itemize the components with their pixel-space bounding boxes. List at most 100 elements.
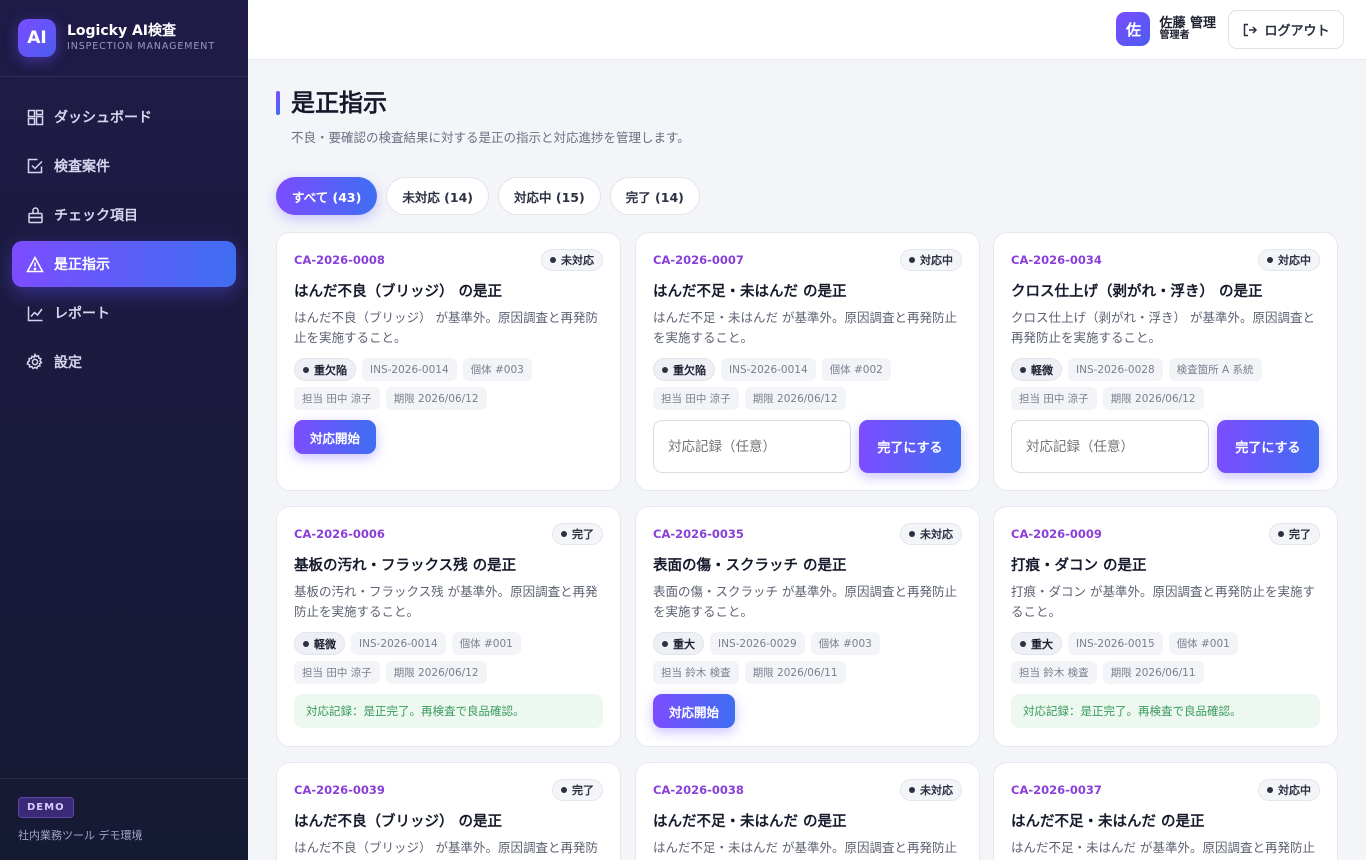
filter-tabs: すべて (43) 未対応 (14) 対応中 (15) 完了 (14) xyxy=(276,177,1338,215)
logout-icon xyxy=(1244,23,1258,36)
severity-label: 重大 xyxy=(673,637,695,651)
card-id[interactable]: CA-2026-0008 xyxy=(294,253,385,267)
severity-dot xyxy=(1020,366,1026,373)
card-tags: 重欠陥 INS-2026-0014 個体 #002 担当 田中 涼子 期限 20… xyxy=(653,358,962,410)
card-tags: 重大 INS-2026-0029 個体 #003 担当 鈴木 検査 期限 202… xyxy=(653,632,962,684)
start-button[interactable]: 対応開始 xyxy=(653,694,736,728)
status-label: 未対応 xyxy=(920,528,953,541)
target-tag: 個体 #003 xyxy=(462,358,532,381)
card-id[interactable]: CA-2026-0009 xyxy=(1011,527,1102,541)
status-label: 完了 xyxy=(572,784,594,797)
topbar: 佐 佐藤 管理 管理者 ログアウト xyxy=(248,0,1366,60)
inspection-tag: INS-2026-0014 xyxy=(351,632,446,655)
due-tag: 期限 2026/06/11 xyxy=(1102,661,1204,684)
severity-label: 重欠陥 xyxy=(314,363,347,377)
status-badge: 未対応 xyxy=(541,249,603,271)
logout-button[interactable]: ログアウト xyxy=(1228,10,1344,49)
severity-badge: 重大 xyxy=(653,632,704,655)
severity-dot xyxy=(662,640,668,647)
severity-dot xyxy=(1020,640,1026,647)
sidebar-item-reports[interactable]: レポート xyxy=(12,290,236,336)
main-content: 是正指示 不良・要確認の検査結果に対する是正の指示と対応進捗を管理します。 すべ… xyxy=(276,60,1338,860)
card-tags: 重大 INS-2026-0015 個体 #001 担当 鈴木 検査 期限 202… xyxy=(1011,632,1320,684)
card-title: はんだ不足・未はんだ の是正 xyxy=(653,284,847,300)
inspection-tag: INS-2026-0015 xyxy=(1068,632,1163,655)
target-tag: 個体 #003 xyxy=(810,632,880,655)
user-menu[interactable]: 佐 佐藤 管理 管理者 xyxy=(1116,12,1216,46)
status-dot xyxy=(909,531,915,537)
card-tags: 重欠陥 INS-2026-0014 個体 #003 担当 田中 涼子 期限 20… xyxy=(294,358,603,410)
status-dot xyxy=(561,787,567,793)
assignee-tag: 担当 鈴木 検査 xyxy=(1011,661,1097,684)
record-note: 対応記録：是正完了。再検査で良品確認。 xyxy=(294,694,603,728)
inspection-tag: INS-2026-0029 xyxy=(710,632,805,655)
severity-dot xyxy=(303,366,309,373)
record-input[interactable] xyxy=(1011,420,1209,473)
user-name: 佐藤 管理 xyxy=(1159,15,1216,31)
corrective-card: CA-2026-0007 対応中 はんだ不足・未はんだ の是正 はんだ不足・未はん… xyxy=(635,232,980,491)
tab-all[interactable]: すべて (43) xyxy=(276,177,378,215)
card-title: 基板の汚れ・フラックス残 の是正 xyxy=(294,558,517,574)
status-dot xyxy=(1278,531,1284,537)
card-description: 打痕・ダコン が基準外。原因調査と再発防止を実施すること。 xyxy=(1011,584,1315,619)
card-id[interactable]: CA-2026-0007 xyxy=(653,253,744,267)
due-tag: 期限 2026/06/12 xyxy=(744,387,846,410)
sidebar-item-settings[interactable]: 設定 xyxy=(12,339,236,385)
card-id[interactable]: CA-2026-0035 xyxy=(653,527,744,541)
severity-dot xyxy=(303,640,309,647)
severity-badge: 重欠陥 xyxy=(653,358,715,381)
sidebar-item-inspections[interactable]: 検査案件 xyxy=(12,143,236,189)
avatar: 佐 xyxy=(1116,12,1151,46)
card-title: はんだ不足・未はんだ の是正 xyxy=(653,814,847,830)
corrective-card: CA-2026-0037 対応中 はんだ不足・未はんだ の是正 はんだ不足・未はん… xyxy=(993,762,1338,860)
card-description: はんだ不良（ブリッジ） が基準外。原因調査と再発防止を実施すること。 xyxy=(294,310,598,345)
severity-badge: 重大 xyxy=(1011,632,1062,655)
assignee-tag: 担当 鈴木 検査 xyxy=(653,661,739,684)
status-dot xyxy=(909,787,915,793)
demo-text: 社内業務ツール デモ環境 xyxy=(18,829,143,842)
status-label: 完了 xyxy=(572,528,594,541)
status-dot xyxy=(561,531,567,537)
card-id[interactable]: CA-2026-0038 xyxy=(653,783,744,797)
card-description: はんだ不足・未はんだ が基準外。原因調査と再発防止を実施すること。 xyxy=(653,840,957,855)
status-badge: 対応中 xyxy=(1258,249,1320,271)
start-button[interactable]: 対応開始 xyxy=(294,420,377,454)
tab-open[interactable]: 未対応 (14) xyxy=(386,177,489,215)
brand: AI Logicky AI検査 INSPECTION MANAGEMENT xyxy=(0,0,248,77)
status-label: 完了 xyxy=(1289,528,1311,541)
card-description: クロス仕上げ（剥がれ・浮き） が基準外。原因調査と再発防止を実施すること。 xyxy=(1011,310,1315,345)
card-description: はんだ不足・未はんだ が基準外。原因調査と再発防止を実施すること。 xyxy=(1011,840,1315,855)
assignee-tag: 担当 田中 涼子 xyxy=(294,387,380,410)
card-description: 基板の汚れ・フラックス残 が基準外。原因調査と再発防止を実施すること。 xyxy=(294,584,598,619)
card-id[interactable]: CA-2026-0034 xyxy=(1011,253,1102,267)
complete-button[interactable]: 完了にする xyxy=(1217,420,1319,473)
page-title: 是正指示 xyxy=(291,89,387,117)
tab-done[interactable]: 完了 (14) xyxy=(609,177,700,215)
severity-label: 軽微 xyxy=(314,637,336,651)
sidebar-nav: ダッシュボード 検査案件 チェック項目 是正指示 レポート 設定 xyxy=(0,77,248,385)
sidebar-item-checklist[interactable]: チェック項目 xyxy=(12,192,236,238)
target-tag: 検査箇所 A 系統 xyxy=(1168,358,1262,381)
record-input[interactable] xyxy=(653,420,851,473)
status-dot xyxy=(1267,787,1273,793)
sidebar-item-label: 是正指示 xyxy=(54,257,110,273)
card-id[interactable]: CA-2026-0039 xyxy=(294,783,385,797)
card-id[interactable]: CA-2026-0006 xyxy=(294,527,385,541)
card-title: 打痕・ダコン の是正 xyxy=(1011,558,1147,574)
assignee-tag: 担当 田中 涼子 xyxy=(1011,387,1097,410)
card-id[interactable]: CA-2026-0037 xyxy=(1011,783,1102,797)
sidebar-item-dashboard[interactable]: ダッシュボード xyxy=(12,94,236,140)
card-title: はんだ不足・未はんだ の是正 xyxy=(1011,814,1205,830)
corrective-card: CA-2026-0039 完了 はんだ不良（ブリッジ） の是正 はんだ不良（ブリッ… xyxy=(276,762,621,860)
sidebar-item-label: ダッシュボード xyxy=(54,110,152,126)
card-tags: 軽微 INS-2026-0014 個体 #001 担当 田中 涼子 期限 202… xyxy=(294,632,603,684)
status-badge: 未対応 xyxy=(900,779,962,801)
sidebar-footer: DEMO 社内業務ツール デモ環境 xyxy=(0,778,248,860)
tab-in-progress[interactable]: 対応中 (15) xyxy=(498,177,601,215)
sidebar-item-corrective[interactable]: 是正指示 xyxy=(12,241,236,287)
checkbox-icon xyxy=(25,156,45,176)
status-badge: 完了 xyxy=(552,779,603,801)
app-logo: AI xyxy=(18,19,56,57)
clipboard-icon xyxy=(25,205,45,225)
complete-button[interactable]: 完了にする xyxy=(859,420,961,473)
